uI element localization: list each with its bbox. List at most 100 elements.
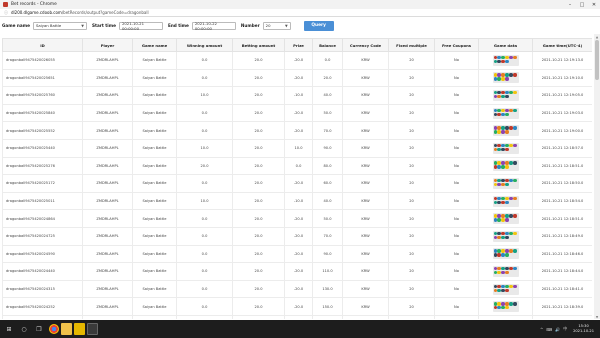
game-symbol-icon <box>497 130 501 134</box>
game-symbol-icon <box>497 182 501 187</box>
game-data-symbols[interactable] <box>492 54 519 66</box>
scrollbar-thumb[interactable] <box>595 40 599 80</box>
table-cell: KRW <box>342 226 389 246</box>
chrome-app-icon[interactable] <box>49 324 59 334</box>
game-data-cell[interactable] <box>478 279 533 299</box>
chevron-down-icon: ▼ <box>284 23 288 28</box>
game-symbol-icon <box>505 143 509 148</box>
game-symbol-icon <box>493 59 497 64</box>
scroll-down-icon[interactable]: ▼ <box>594 314 600 319</box>
table-row: dragonball9475420025440 ZMDRLAHPL Saiyan B… <box>2 138 592 158</box>
game-data-cell[interactable] <box>478 244 533 264</box>
tray-overflow-icon[interactable]: ^ <box>540 327 543 332</box>
table-cell: ZMDRLAHPL <box>82 86 133 105</box>
terminal-icon[interactable] <box>87 323 98 335</box>
game-symbol-icon <box>493 302 497 306</box>
site-favicon-icon <box>3 2 8 7</box>
game-data-symbols[interactable] <box>492 107 519 119</box>
game-data-symbols[interactable] <box>492 213 519 225</box>
game-data-cell[interactable] <box>478 174 533 193</box>
game-name-select[interactable]: Saiyan Battle ▼ <box>32 21 87 30</box>
table-cell: 70.0 <box>312 226 343 246</box>
game-symbol-icon <box>497 94 501 99</box>
game-data-symbols[interactable] <box>492 283 519 295</box>
game-data-cell[interactable] <box>478 156 533 176</box>
ime-icon[interactable]: 中 <box>563 326 567 332</box>
game-symbol-icon <box>509 284 513 288</box>
game-data-symbols[interactable] <box>492 72 519 84</box>
game-data-symbols[interactable] <box>492 230 519 242</box>
table-cell: 10.0 <box>176 86 233 105</box>
volume-icon[interactable]: 🔊 <box>555 327 560 332</box>
file-explorer-icon[interactable] <box>61 323 72 335</box>
game-data-symbols[interactable] <box>492 89 519 101</box>
search-icon[interactable]: ○ <box>18 323 30 335</box>
number-label: Number <box>240 23 260 28</box>
game-symbol-icon <box>501 130 505 134</box>
number-select[interactable]: 20 ▼ <box>262 21 291 30</box>
table-cell: No <box>434 138 479 158</box>
start-time-input[interactable]: 2021-10-21 00:00:00 <box>118 21 163 31</box>
task-view-icon[interactable]: ❐ <box>33 323 45 335</box>
address-bar[interactable]: ⓘ dl200.dlgame.cdoob.com/betRecords/outp… <box>0 9 600 17</box>
game-data-symbols[interactable] <box>492 301 519 313</box>
game-data-symbols[interactable] <box>492 160 519 172</box>
start-time-label: Start time <box>91 23 116 28</box>
end-time-input[interactable]: 2021-10-22 00:00:00 <box>191 21 236 31</box>
game-data-cell[interactable] <box>478 226 533 246</box>
game-data-symbols[interactable] <box>492 248 519 260</box>
game-data-symbols[interactable] <box>492 195 519 207</box>
table-cell: 20.0 <box>232 209 285 228</box>
game-symbol-icon <box>493 126 497 130</box>
game-data-symbols[interactable] <box>492 177 519 189</box>
game-data-cell[interactable] <box>478 191 533 211</box>
clock[interactable]: 15:30 2021-10-21 <box>573 324 594 334</box>
game-symbol-icon <box>497 214 501 218</box>
url-text[interactable]: dl200.dlgame.cdoob.com/betRecords/output… <box>11 10 149 15</box>
table-cell: 0.0 <box>176 68 233 88</box>
game-symbol-icon <box>493 249 497 253</box>
game-data-cell[interactable] <box>478 103 533 123</box>
page-scrollbar[interactable]: ▲ ▼ <box>594 34 600 319</box>
game-data-symbols[interactable] <box>492 125 519 137</box>
minimize-button[interactable]: – <box>564 0 576 9</box>
game-symbol-icon <box>509 126 513 130</box>
table-cell: 20.0 <box>232 138 285 158</box>
game-symbol-icon <box>493 165 497 169</box>
game-data-cell[interactable] <box>478 314 533 319</box>
game-data-symbols[interactable] <box>492 265 519 277</box>
keyboard-icon[interactable]: ⌨ <box>546 327 552 332</box>
game-symbol-icon <box>505 161 509 165</box>
maximize-button[interactable]: □ <box>576 0 588 9</box>
clock-date: 2021-10-21 <box>573 329 594 333</box>
not-secure-icon[interactable]: ⓘ <box>3 10 9 16</box>
game-data-cell[interactable] <box>478 86 533 105</box>
game-symbol-icon <box>505 288 509 292</box>
game-data-cell[interactable] <box>478 138 533 158</box>
game-data-cell[interactable] <box>478 297 533 316</box>
close-button[interactable]: ✕ <box>588 0 600 9</box>
table-cell: 20.0 <box>232 191 285 211</box>
game-data-symbols[interactable] <box>492 142 519 154</box>
column-header: Betting amount <box>232 38 285 52</box>
table-cell: 0.0 <box>312 51 343 70</box>
query-button[interactable]: Query <box>303 20 334 31</box>
table-cell: -20.0 <box>284 297 313 316</box>
game-symbol-icon <box>501 161 505 165</box>
table-cell: 90.0 <box>312 138 343 158</box>
game-data-cell[interactable] <box>478 209 533 228</box>
game-data-cell[interactable] <box>478 51 533 70</box>
game-symbol-icon <box>493 235 497 240</box>
sticky-notes-icon[interactable] <box>74 323 85 335</box>
table-cell: No <box>434 191 479 211</box>
table-cell: Saiyan Battle <box>132 226 177 246</box>
game-data-cell[interactable] <box>478 121 533 140</box>
game-symbol-icon <box>505 130 509 134</box>
game-data-cell[interactable] <box>478 262 533 281</box>
table-cell: 0.0 <box>176 262 233 281</box>
game-data-cell[interactable] <box>478 68 533 88</box>
game-symbol-icon <box>505 178 509 183</box>
windows-logo-icon[interactable]: ⊞ <box>3 323 15 335</box>
scroll-up-icon[interactable]: ▲ <box>594 34 600 39</box>
table-cell: 50.0 <box>312 209 343 228</box>
